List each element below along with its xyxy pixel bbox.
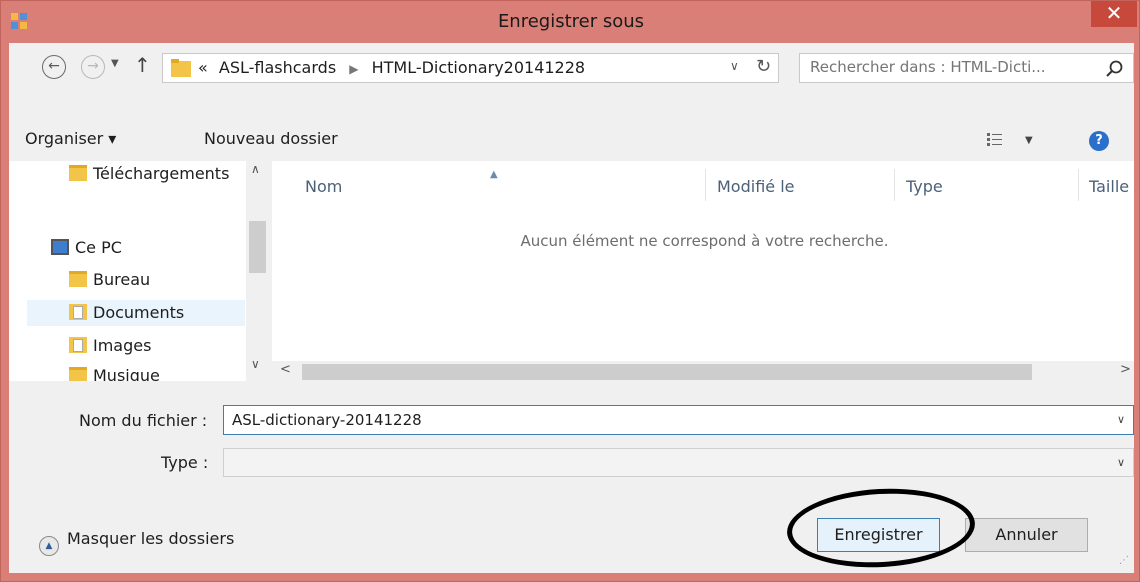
- column-header-type[interactable]: Type: [906, 177, 943, 196]
- type-label: Type :: [161, 453, 209, 472]
- sidebar-item-label: Ce PC: [75, 238, 122, 257]
- sidebar-item-label: Téléchargements: [93, 164, 230, 183]
- documents-folder-icon: [69, 304, 87, 320]
- sidebar-item-images[interactable]: Images: [69, 333, 151, 359]
- sidebar-item-downloads[interactable]: Téléchargements: [69, 161, 229, 187]
- folder-icon: [171, 59, 191, 77]
- filename-label: Nom du fichier :: [79, 411, 208, 430]
- filename-combobox[interactable]: ∨: [223, 405, 1134, 435]
- back-arrow-icon[interactable]: ←: [42, 55, 66, 79]
- breadcrumb: « ASL-flashcards ▶ HTML-Dictionary201412…: [198, 58, 585, 77]
- scroll-up-chevron-icon[interactable]: ∧: [251, 162, 260, 176]
- navigation-scrollbar[interactable]: ∧ ∨: [246, 161, 269, 381]
- collapse-chevron-icon: ▲: [39, 536, 59, 556]
- column-divider[interactable]: [1078, 169, 1079, 201]
- search-input[interactable]: [810, 58, 1100, 76]
- downloads-folder-icon: [69, 165, 87, 181]
- scroll-down-chevron-icon[interactable]: ∨: [251, 357, 260, 371]
- search-icon[interactable]: [1105, 59, 1125, 79]
- new-folder-button[interactable]: Nouveau dossier: [204, 129, 338, 148]
- type-select[interactable]: ∨: [223, 448, 1134, 477]
- computer-icon: [51, 239, 69, 255]
- images-folder-icon: [69, 337, 87, 353]
- file-list[interactable]: ▲ Nom Modifié le Type Taille Aucun éléme…: [272, 161, 1134, 361]
- sidebar-item-label: Musique: [93, 366, 160, 381]
- cancel-button[interactable]: Annuler: [965, 518, 1088, 552]
- view-options-icon[interactable]: [987, 133, 1003, 147]
- sidebar-item-desktop[interactable]: Bureau: [69, 267, 150, 293]
- filename-dropdown-chevron-icon[interactable]: ∨: [1117, 413, 1125, 426]
- sidebar-item-label: Bureau: [93, 270, 151, 289]
- search-box[interactable]: [799, 53, 1134, 83]
- scroll-left-chevron-icon[interactable]: <: [280, 362, 291, 377]
- sidebar-item-this-pc[interactable]: Ce PC: [51, 235, 122, 261]
- sidebar-item-music[interactable]: Musique: [69, 363, 160, 381]
- scroll-right-chevron-icon[interactable]: >: [1120, 362, 1131, 377]
- close-icon: ✕: [1105, 1, 1123, 25]
- up-arrow-icon[interactable]: ↑: [134, 53, 151, 77]
- breadcrumb-separator-icon[interactable]: ▶: [349, 62, 358, 76]
- resize-grip-icon[interactable]: ⋰: [1119, 555, 1129, 566]
- breadcrumb-item[interactable]: ASL-flashcards: [219, 58, 336, 77]
- save-as-dialog: Enregistrer sous ✕ ← → ▼ ↑ « ASL-flashca…: [0, 0, 1140, 582]
- hide-folders-label: Masquer les dossiers: [67, 529, 235, 548]
- title-bar[interactable]: Enregistrer sous ✕: [1, 1, 1140, 43]
- scrollbar-thumb[interactable]: [249, 221, 266, 273]
- empty-results-message: Aucun élément ne correspond à votre rech…: [520, 232, 889, 250]
- recent-locations-chevron-icon[interactable]: ▼: [111, 58, 119, 69]
- sidebar-item-documents[interactable]: Documents: [27, 300, 245, 326]
- highlight-annotation-circle: [785, 484, 977, 572]
- address-bar[interactable]: « ASL-flashcards ▶ HTML-Dictionary201412…: [162, 53, 779, 83]
- window-title: Enregistrer sous: [497, 11, 645, 32]
- column-divider[interactable]: [705, 169, 706, 201]
- address-dropdown-icon[interactable]: ∨: [730, 59, 739, 73]
- horizontal-scrollbar[interactable]: < >: [272, 361, 1134, 383]
- column-divider[interactable]: [894, 169, 895, 201]
- sort-ascending-icon: ▲: [490, 169, 498, 180]
- help-icon[interactable]: ?: [1089, 131, 1109, 151]
- column-header-size[interactable]: Taille: [1089, 177, 1129, 196]
- column-header-modified[interactable]: Modifié le: [717, 177, 795, 196]
- breadcrumb-item[interactable]: HTML-Dictionary20141228: [372, 58, 586, 77]
- refresh-icon[interactable]: ↻: [756, 56, 771, 77]
- view-dropdown-chevron-icon[interactable]: ▼: [1025, 135, 1033, 146]
- hide-folders-toggle[interactable]: ▲ Masquer les dossiers: [39, 529, 234, 556]
- dialog-body: ← → ▼ ↑ « ASL-flashcards ▶ HTML-Dictiona…: [9, 43, 1134, 573]
- breadcrumb-overflow[interactable]: «: [198, 58, 208, 77]
- close-button[interactable]: ✕: [1091, 1, 1137, 27]
- address-row: ← → ▼ ↑ « ASL-flashcards ▶ HTML-Dictiona…: [9, 43, 1134, 91]
- scrollbar-thumb[interactable]: [302, 364, 1032, 380]
- sidebar-item-label: Documents: [93, 303, 185, 322]
- music-folder-icon: [69, 367, 87, 381]
- filename-input[interactable]: [232, 411, 1092, 429]
- navigation-pane[interactable]: Téléchargements Ce PC Bureau Documents I…: [9, 161, 269, 381]
- organize-menu-button[interactable]: Organiser ▾: [25, 129, 116, 148]
- sidebar-item-label: Images: [93, 336, 152, 355]
- column-header-name[interactable]: Nom: [305, 177, 342, 196]
- forward-arrow-icon[interactable]: →: [81, 55, 105, 79]
- toolbar-area: [9, 91, 1134, 161]
- desktop-folder-icon: [69, 271, 87, 287]
- type-dropdown-chevron-icon[interactable]: ∨: [1117, 456, 1125, 469]
